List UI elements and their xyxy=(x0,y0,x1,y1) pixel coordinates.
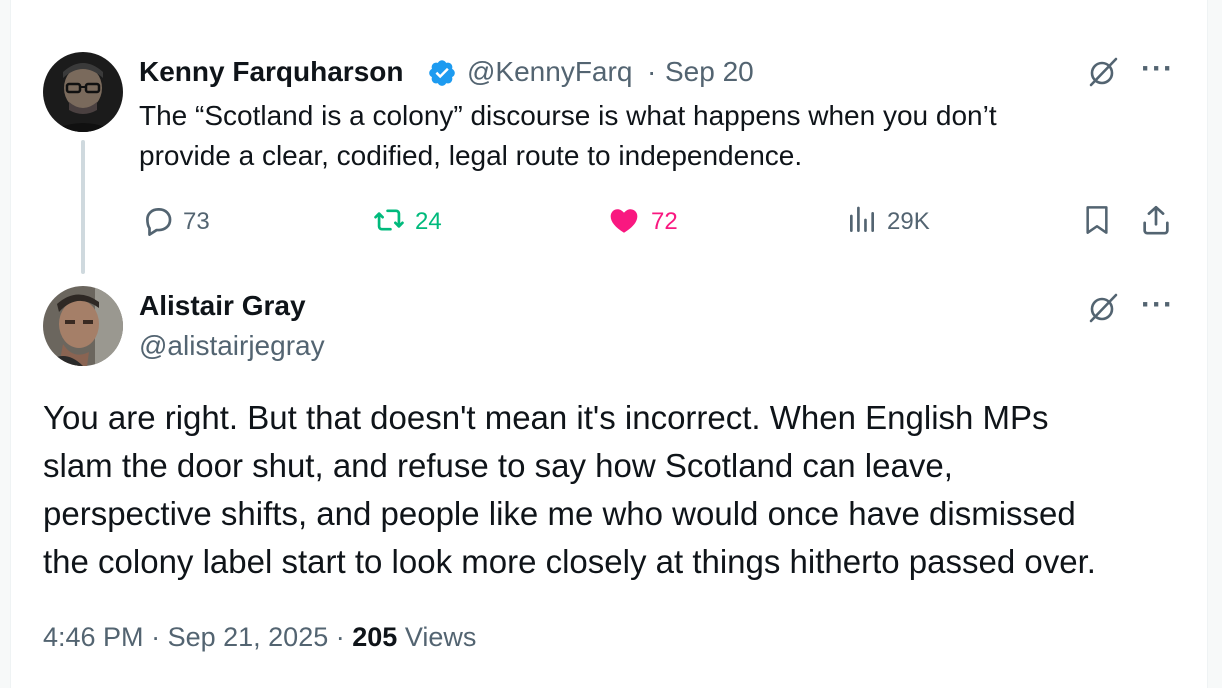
more-icon[interactable]: ··· xyxy=(1141,52,1174,86)
reply-text: You are right. But that doesn't mean it'… xyxy=(43,394,1096,586)
views-label: Views xyxy=(404,622,477,652)
heart-icon[interactable] xyxy=(607,204,641,241)
author-name[interactable]: Alistair Gray xyxy=(139,290,306,322)
tweet-time[interactable]: 4:46 PM xyxy=(43,622,144,652)
separator-dot: · xyxy=(151,622,168,652)
reply-count[interactable]: 73 xyxy=(183,208,210,236)
separator-dot: · xyxy=(335,622,353,652)
tweet-date[interactable]: Sep 21, 2025 xyxy=(168,622,329,652)
tweet-text: The “Scotland is a colony” discourse is … xyxy=(139,96,997,176)
reply-text-line: You are right. But that doesn't mean it'… xyxy=(43,399,1049,436)
avatar-kenny[interactable] xyxy=(43,52,123,132)
separator-dot: · xyxy=(647,56,657,87)
author-handle[interactable]: @KennyFarq xyxy=(467,56,632,88)
views-icon[interactable] xyxy=(845,204,879,241)
grok-icon[interactable] xyxy=(1087,56,1119,93)
tweet-text-line: The “Scotland is a colony” discourse is … xyxy=(139,100,997,131)
views-count[interactable]: 205 xyxy=(352,622,397,652)
reply-text-line: slam the door shut, and refuse to say ho… xyxy=(43,447,953,484)
avatar-alistair[interactable] xyxy=(43,286,123,366)
author-handle[interactable]: @alistairjegray xyxy=(139,330,325,362)
share-icon[interactable] xyxy=(1139,202,1173,243)
views-count[interactable]: 29K xyxy=(887,208,930,236)
author-name[interactable]: Kenny Farquharson xyxy=(139,56,403,88)
grok-icon[interactable] xyxy=(1087,292,1119,329)
reply-text-line: perspective shifts, and people like me w… xyxy=(43,495,1076,532)
tweet-card: Kenny Farquharson @KennyFarq · Sep 20 ··… xyxy=(10,0,1208,688)
thread-connector xyxy=(81,140,85,274)
tweet-text-line: provide a clear, codified, legal route t… xyxy=(139,140,803,171)
repost-icon[interactable] xyxy=(371,203,407,242)
like-count[interactable]: 72 xyxy=(651,208,678,236)
tweet-metadata: 4:46 PM · Sep 21, 2025 · 205 Views xyxy=(43,622,476,653)
repost-count[interactable]: 24 xyxy=(415,208,442,236)
reply-icon[interactable] xyxy=(141,203,175,242)
reply-text-line: the colony label start to look more clos… xyxy=(43,543,1096,580)
bookmark-icon[interactable] xyxy=(1081,202,1113,243)
more-icon[interactable]: ··· xyxy=(1141,288,1174,322)
tweet-date[interactable]: Sep 20 xyxy=(665,56,754,88)
verified-badge-icon[interactable] xyxy=(427,58,457,88)
